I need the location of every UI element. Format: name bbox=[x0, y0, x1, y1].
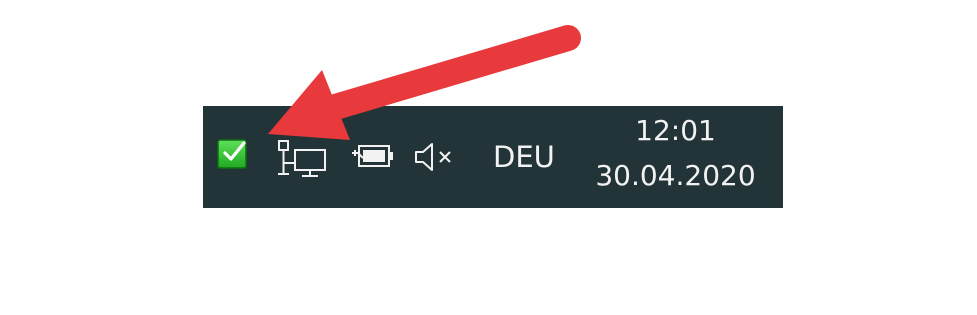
green-check-app-icon[interactable] bbox=[216, 136, 250, 170]
network-icon[interactable] bbox=[275, 136, 331, 180]
clock-date: 30.04.2020 bbox=[595, 159, 756, 192]
taskbar-notification-area: DEU 12:01 30.04.2020 bbox=[203, 106, 783, 208]
taskbar-clock[interactable]: 12:01 30.04.2020 bbox=[588, 110, 763, 204]
screenshot-stage: DEU 12:01 30.04.2020 bbox=[0, 0, 977, 315]
clock-time: 12:01 bbox=[635, 114, 716, 147]
input-language-indicator[interactable]: DEU bbox=[493, 140, 563, 174]
volume-muted-icon[interactable] bbox=[412, 140, 460, 174]
battery-charging-icon[interactable] bbox=[349, 140, 397, 172]
